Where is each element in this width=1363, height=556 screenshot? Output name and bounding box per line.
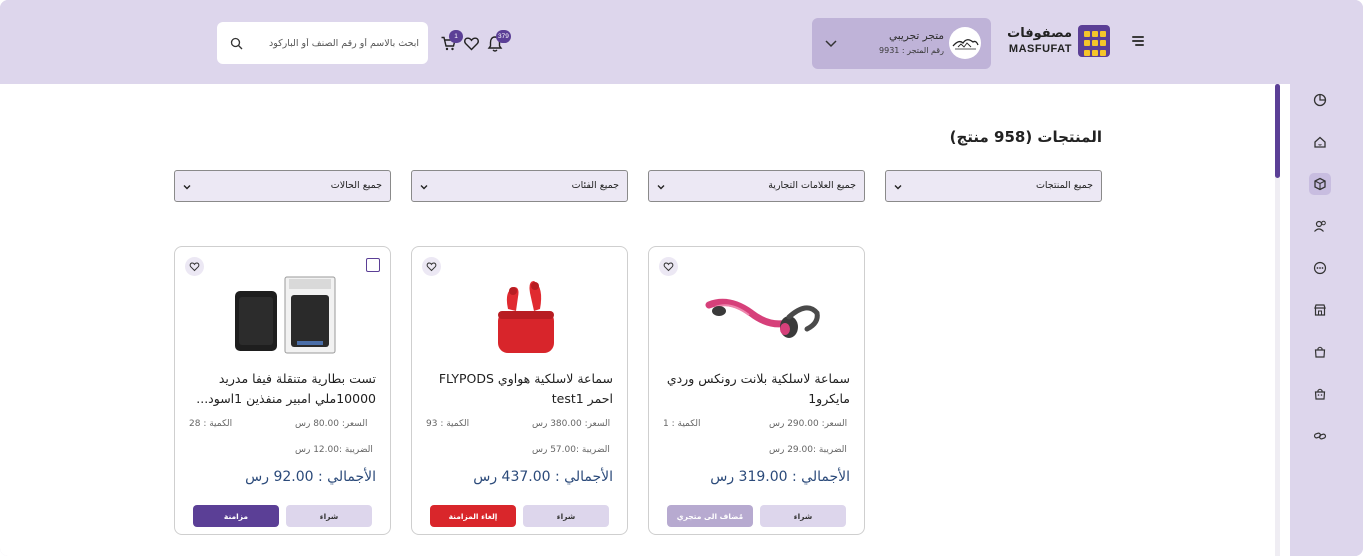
store-icon	[1314, 304, 1326, 316]
store-avatar	[949, 27, 981, 59]
select-checkbox[interactable]	[366, 258, 380, 272]
product-title[interactable]: تست بطارية متنقلة فيفا مدريد 10000ملي ام…	[186, 369, 376, 409]
store-logo-icon	[952, 39, 979, 50]
product-quantity: الكمية : 1	[663, 419, 701, 429]
link-icon	[1313, 432, 1327, 440]
product-tax: الضريبة :29.00 رس	[769, 445, 847, 455]
scrollbar-thumb[interactable]	[1275, 84, 1280, 178]
app-frame: مصفوفات MASFUFAT متجر تجريبي رقم المتجر …	[0, 0, 1363, 556]
product-total: الأجمالي : 92.00 رس	[245, 469, 376, 485]
sidebar-item-purchases[interactable]	[1309, 383, 1331, 405]
hamburger-menu-icon[interactable]	[1128, 34, 1144, 48]
product-image[interactable]	[689, 265, 826, 361]
product-quantity: الكمية : 93	[426, 419, 470, 429]
product-total: الأجمالي : 437.00 رس	[473, 469, 613, 485]
sync-button[interactable]: مزامنة	[193, 505, 279, 527]
filter-categories[interactable]: جميع الفئات	[411, 170, 628, 202]
filter-brands[interactable]: جميع العلامات التجارية	[648, 170, 865, 202]
page-title: المنتجات (958 منتج)	[949, 128, 1102, 146]
sidebar-item-integrations[interactable]	[1309, 425, 1331, 447]
store-name: متجر تجريبي	[888, 30, 944, 42]
chevron-down-icon	[183, 185, 191, 190]
search-box[interactable]	[217, 22, 428, 64]
sidebar-item-dashboard[interactable]	[1309, 89, 1331, 111]
search-icon[interactable]	[230, 37, 243, 50]
filter-products[interactable]: جميع المنتجات	[885, 170, 1102, 202]
chevron-down-icon	[894, 185, 902, 190]
product-total: الأجمالي : 319.00 رس	[710, 469, 850, 485]
sidebar-item-home[interactable]	[1309, 131, 1331, 153]
cancel-sync-button[interactable]: إلغاء المزامنة	[430, 505, 516, 527]
sidebar-item-more[interactable]	[1309, 257, 1331, 279]
heart-icon[interactable]	[185, 257, 204, 276]
product-card[interactable]: سماعة لاسلكية هواوي FLYPODS احمر test1 ا…	[411, 246, 628, 535]
heart-icon[interactable]	[422, 257, 441, 276]
main-content: المنتجات (958 منتج) جميع المنتجات جميع ا…	[0, 84, 1290, 556]
logo-mark-icon	[1078, 25, 1110, 57]
buy-button[interactable]: شراء	[286, 505, 372, 527]
chevron-down-icon	[825, 40, 837, 48]
product-price: السعر: 80.00 رس	[295, 419, 368, 429]
product-quantity: الكمية : 28	[189, 419, 233, 429]
bag-icon	[1314, 346, 1326, 358]
dots-circle-icon	[1313, 261, 1327, 275]
cart-count-badge: 1	[449, 30, 463, 43]
logo-text-ar: مصفوفات	[1007, 26, 1072, 41]
product-price: السعر: 380.00 رس	[532, 419, 611, 429]
top-header: مصفوفات MASFUFAT متجر تجريبي رقم المتجر …	[0, 0, 1363, 84]
users-icon	[1314, 220, 1326, 232]
sidebar-item-products[interactable]	[1309, 173, 1331, 195]
product-card[interactable]: سماعة لاسلكية بلانت رونكس وردي مايكرو1 ا…	[648, 246, 865, 535]
main-scrollbar[interactable]	[1275, 84, 1280, 556]
notification-count-badge: 379	[496, 30, 511, 43]
sidebar-item-customers[interactable]	[1309, 215, 1331, 237]
filter-label: جميع العلامات التجارية	[768, 180, 856, 191]
buy-button[interactable]: شراء	[760, 505, 846, 527]
product-card[interactable]: تست بطارية متنقلة فيفا مدريد 10000ملي ام…	[174, 246, 391, 535]
store-selector[interactable]: متجر تجريبي رقم المتجر : 9931	[812, 18, 991, 69]
search-input[interactable]	[251, 33, 419, 53]
sidebar	[1290, 84, 1363, 556]
home-icon	[1314, 136, 1326, 148]
heart-icon[interactable]	[659, 257, 678, 276]
filter-status[interactable]: جميع الحالات	[174, 170, 391, 202]
chevron-down-icon	[657, 185, 665, 190]
box-icon	[1314, 177, 1326, 191]
filter-label: جميع الفئات	[571, 180, 619, 191]
buy-button[interactable]: شراء	[523, 505, 609, 527]
logo[interactable]: مصفوفات MASFUFAT	[1007, 24, 1110, 60]
logo-text-en: MASFUFAT	[1008, 43, 1072, 55]
product-tax: الضريبة :57.00 رس	[532, 445, 610, 455]
sidebar-item-orders[interactable]	[1309, 341, 1331, 363]
product-tax: الضريبة :12.00 رس	[295, 445, 373, 455]
chevron-down-icon	[420, 185, 428, 190]
product-image[interactable]	[452, 265, 589, 361]
heart-icon[interactable]	[463, 35, 480, 52]
filter-label: جميع الحالات	[330, 180, 382, 191]
sidebar-item-store[interactable]	[1309, 299, 1331, 321]
bag-alt-icon	[1314, 388, 1326, 400]
chart-pie-icon	[1313, 93, 1327, 107]
product-title[interactable]: سماعة لاسلكية بلانت رونكس وردي مايكرو1	[660, 369, 850, 409]
product-image[interactable]	[215, 265, 352, 361]
store-number: رقم المتجر : 9931	[879, 46, 944, 55]
filter-label: جميع المنتجات	[1035, 180, 1093, 191]
product-title[interactable]: سماعة لاسلكية هواوي FLYPODS احمر test1	[423, 369, 613, 409]
added-to-store-button[interactable]: مُضاف الى متجري	[667, 505, 753, 527]
product-price: السعر: 290.00 رس	[769, 419, 848, 429]
